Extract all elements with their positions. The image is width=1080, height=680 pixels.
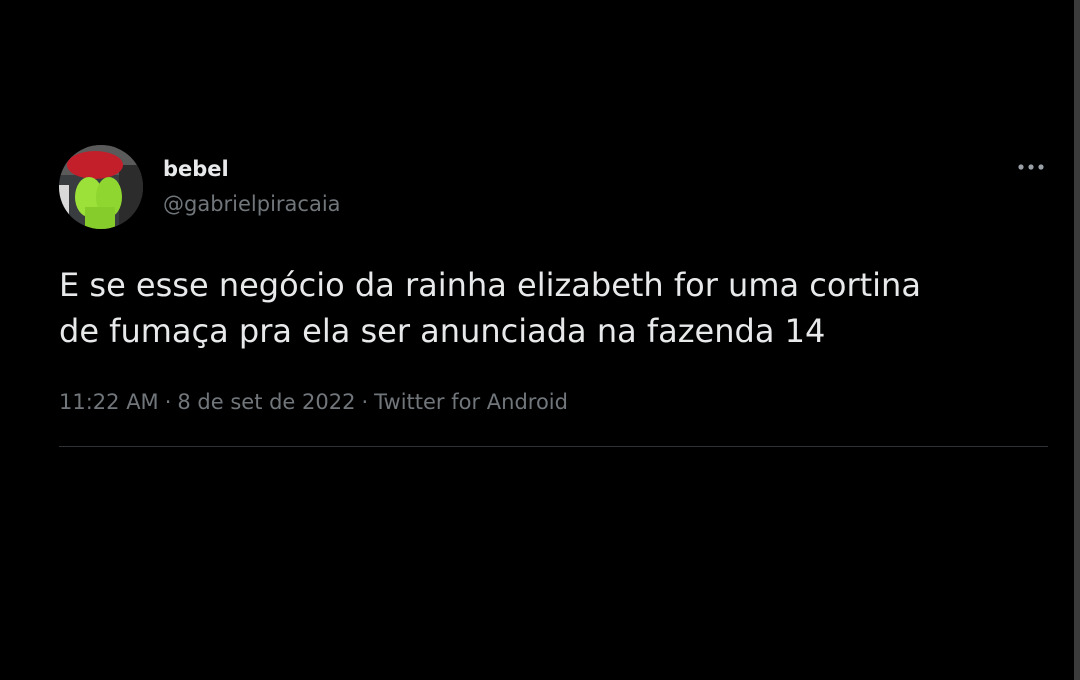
- avatar[interactable]: [59, 145, 143, 229]
- display-name[interactable]: bebel: [163, 156, 229, 182]
- scrollbar-edge: [1074, 0, 1080, 680]
- more-options-button[interactable]: [1012, 152, 1052, 182]
- tweet-date[interactable]: 8 de set de 2022: [177, 390, 355, 414]
- more-horizontal-icon: [1018, 164, 1044, 170]
- tweet-time[interactable]: 11:22 AM: [59, 390, 159, 414]
- tweet-text: E se esse negócio da rainha elizabeth fo…: [59, 266, 921, 350]
- tweet-metadata: 11:22 AM · 8 de set de 2022 · Twitter for An…: [59, 386, 568, 418]
- avatar-photo-icon: [59, 145, 143, 229]
- user-handle[interactable]: @gabrielpiracaia: [163, 191, 341, 217]
- meta-separator: ·: [164, 390, 172, 414]
- tweet-card: bebel @gabrielpiracaia E se esse negócio…: [0, 0, 1080, 680]
- meta-separator: ·: [361, 390, 369, 414]
- divider: [59, 446, 1048, 447]
- tweet-source[interactable]: Twitter for Android: [374, 390, 568, 414]
